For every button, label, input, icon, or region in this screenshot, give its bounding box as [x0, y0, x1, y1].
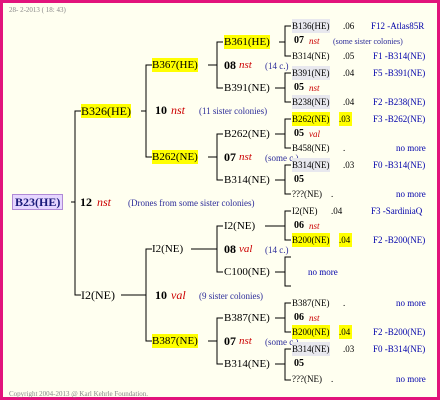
node-b314-g3b[interactable]: B314(NE)	[224, 357, 270, 371]
b326-count: 10	[155, 103, 167, 117]
g4-num-11: .	[331, 189, 334, 199]
g4-code-6: F3 -B262(NE)	[373, 114, 426, 124]
g4-code-21: no more	[396, 374, 426, 384]
g4-code-11: no more	[396, 189, 426, 199]
g4-id-6[interactable]: B262(NE)	[292, 112, 330, 126]
node-i2-g2[interactable]: I2(NE)	[152, 242, 183, 256]
root-note: (Drones from some sister colonies)	[128, 198, 255, 208]
root-count: 12	[80, 195, 92, 209]
g4-code-3: F5 -B391(NE)	[373, 68, 426, 78]
g4-id-0[interactable]: B136(HE)	[292, 19, 330, 33]
g4-num-12: .04	[331, 206, 343, 216]
g4-mark-4: nst	[309, 83, 320, 93]
node-b367[interactable]: B367(HE)	[152, 58, 198, 72]
g4-id-21[interactable]: ???(NE)	[292, 372, 322, 386]
root-node[interactable]: B23(HE)	[12, 194, 64, 210]
b262-count: 07	[224, 150, 236, 164]
g4-num-5: .04	[343, 97, 355, 107]
g4-num-6: .03	[339, 112, 353, 126]
g4-code-0: F12 -Atlas85R	[371, 21, 425, 31]
g4-id-3[interactable]: B391(NE)	[292, 66, 330, 80]
node-i2[interactable]: I2(NE)	[81, 288, 115, 302]
node-b326[interactable]: B326(HE)	[81, 104, 131, 118]
copyright: Copyright 2004-2013 @ Karl Kehrle Founda…	[9, 390, 149, 398]
b262-mark: nst	[239, 151, 252, 163]
g4-id-12[interactable]: I2(NE)	[292, 204, 318, 218]
i2g2-note: (14 c.)	[265, 245, 289, 255]
g4-id-2[interactable]: B314(NE)	[292, 49, 330, 63]
g4-num-18: .04	[339, 325, 353, 339]
b387-count: 07	[224, 334, 236, 348]
node-b391[interactable]: B391(NE)	[224, 81, 270, 95]
g4-code-19: F0 -B314(NE)	[373, 344, 426, 354]
node-b387-g3[interactable]: B387(NE)	[224, 311, 270, 325]
node-b361[interactable]: B361(HE)	[224, 35, 270, 49]
b387-mark: nst	[239, 335, 252, 347]
g4-mark-17: nst	[309, 313, 320, 323]
g4-id-7: 05	[294, 128, 304, 139]
g4-num-0: .06	[343, 21, 355, 31]
node-b314-g3a[interactable]: B314(NE)	[224, 173, 270, 187]
g4-id-11[interactable]: ???(NE)	[292, 187, 322, 201]
g4-num-16: .	[343, 298, 346, 308]
g4-id-20: 05	[294, 358, 304, 369]
node-b262-g3[interactable]: B262(NE)	[224, 127, 270, 141]
g4-id-14[interactable]: B200(NE)	[292, 233, 330, 247]
g4-code-12: F3 -SardiniaQ	[371, 206, 423, 216]
g4-note-1: (some sister colonies)	[333, 37, 403, 46]
g4-num-14: .04	[339, 233, 353, 247]
g4-id-16[interactable]: B387(NE)	[292, 296, 330, 310]
i2-count: 10	[155, 288, 167, 302]
g4-id-13: 06	[294, 220, 304, 231]
g4-code-9: F0 -B314(NE)	[373, 160, 426, 170]
g4-id-8[interactable]: B458(NE)	[292, 141, 330, 155]
g4-mark-1: nst	[309, 36, 320, 46]
i2-note: (9 sister colonies)	[199, 291, 263, 301]
b367-count: 08	[224, 58, 236, 72]
g4-code-14: F2 -B200(NE)	[373, 235, 426, 245]
g4-code-5: F2 -B238(NE)	[373, 97, 426, 107]
g4-id-9[interactable]: B314(NE)	[292, 158, 330, 172]
g4-code-2: F1 -B314(NE)	[373, 51, 426, 61]
g4-num-19: .03	[343, 344, 355, 354]
root-mark: nst	[97, 195, 112, 209]
g4-code-16: no more	[396, 298, 426, 308]
b367-note: (14 c.)	[265, 61, 289, 71]
timestamp: 28- 2-2013 ( 18: 43)	[9, 6, 66, 14]
g4-id-5[interactable]: B238(NE)	[292, 95, 330, 109]
g4-id-19[interactable]: B314(NE)	[292, 342, 330, 356]
i2-mark: val	[171, 288, 186, 302]
g4-id-18[interactable]: B200(NE)	[292, 325, 330, 339]
g4-code-18: F2 -B200(NE)	[373, 327, 426, 337]
g4-mark-13: nst	[309, 221, 320, 231]
g4-id-1: 07	[294, 35, 304, 46]
g4-num-2: .05	[343, 51, 355, 61]
g4-num-21: .	[331, 374, 334, 384]
g4-code-8: no more	[396, 143, 426, 153]
b367-mark: nst	[239, 59, 252, 71]
g4-num-8: .	[343, 143, 346, 153]
i2g2-count: 08	[224, 242, 236, 256]
g4-id-10: 05	[294, 174, 304, 185]
g4-code-15: no more	[308, 267, 338, 277]
node-i2-g3[interactable]: I2(NE)	[224, 219, 255, 233]
i2g2-mark: val	[239, 243, 253, 255]
g4-id-17: 06	[294, 312, 304, 323]
g4-id-4: 05	[294, 82, 304, 93]
g4-mark-7: val	[309, 129, 320, 139]
pedigree-frame: 28- 2-2013 ( 18: 43) Copyright 2004-2013…	[0, 0, 440, 400]
b326-mark: nst	[171, 103, 186, 117]
g4-num-3: .04	[343, 68, 355, 78]
node-c100[interactable]: C100(NE)	[224, 265, 270, 279]
g4-num-9: .03	[343, 160, 355, 170]
node-b262[interactable]: B262(NE)	[152, 150, 198, 164]
b326-note: (11 sister colonies)	[199, 106, 268, 116]
node-b387[interactable]: B387(NE)	[152, 334, 198, 348]
